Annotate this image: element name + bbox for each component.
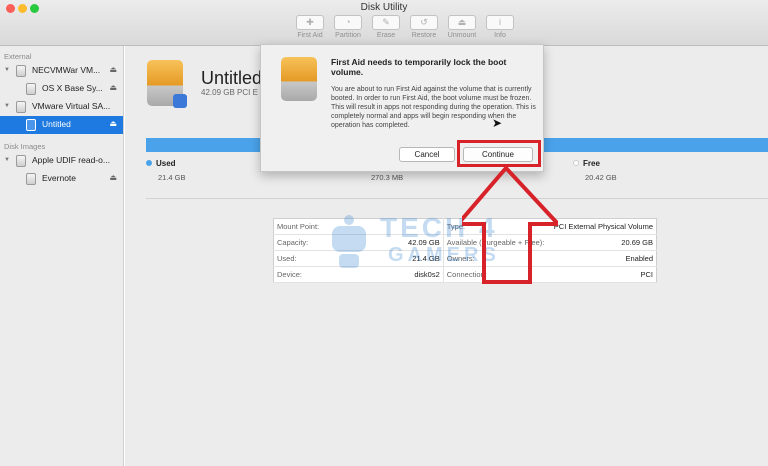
free-color-dot (573, 160, 579, 166)
partition-button[interactable]: ◔ Partition (330, 15, 366, 39)
divider (146, 198, 768, 199)
sidebar-item-os-x-base[interactable]: OS X Base Sy... ⏏ (0, 80, 123, 98)
mouse-cursor-icon: ➤ (492, 116, 503, 130)
sidebar-item-label: VMware Virtual SA... (32, 101, 111, 111)
disk-icon (16, 65, 26, 77)
disclosure-triangle-icon[interactable]: ▼ (4, 67, 10, 73)
sidebar-item-vmware-virtual[interactable]: ▼ VMware Virtual SA... (0, 98, 123, 116)
unmount-icon: ⏏ (448, 15, 476, 30)
info-button[interactable]: i Info (482, 15, 518, 39)
cancel-button[interactable]: Cancel (399, 147, 455, 162)
volume-name: Untitled (201, 68, 263, 88)
restore-button[interactable]: ↺ Restore (406, 15, 442, 39)
restore-icon: ↺ (410, 15, 438, 30)
sidebar: External ▼ NECVMWar VM... ⏏ OS X Base Sy… (0, 46, 124, 466)
dialog-title: First Aid needs to temporarily lock the … (331, 57, 507, 77)
dialog-message: You are about to run First Aid against t… (331, 86, 536, 129)
info-label: Info (494, 32, 506, 39)
volume-subtitle: 42.09 GB PCI E (201, 88, 258, 97)
sidebar-item-evernote[interactable]: Evernote ⏏ (0, 170, 123, 188)
eject-icon[interactable]: ⏏ (109, 65, 117, 74)
unmount-label: Unmount (447, 32, 477, 39)
disclosure-triangle-icon[interactable]: ▼ (4, 157, 10, 163)
first-aid-label: First Aid (297, 32, 323, 39)
sidebar-item-label: Apple UDIF read-o... (32, 155, 110, 165)
disk-icon (16, 101, 26, 113)
eject-icon[interactable]: ⏏ (109, 173, 117, 182)
robot-mascot-icon (332, 215, 366, 268)
info-icon: i (486, 15, 514, 30)
toolbar: ✚ First Aid ◔ Partition ✎ Erase ↺ Restor… (292, 15, 518, 39)
erase-icon: ✎ (372, 15, 400, 30)
sidebar-item-label: Untitled (42, 119, 71, 129)
free-legend: Free (573, 159, 600, 168)
sidebar-item-label: OS X Base Sy... (42, 83, 103, 93)
used-color-dot (146, 160, 152, 166)
disk-image-icon (16, 155, 26, 167)
volume-icon (26, 83, 36, 95)
eject-icon[interactable]: ⏏ (109, 119, 117, 128)
finder-badge-icon (173, 94, 187, 108)
used-legend: Used (146, 159, 176, 168)
highlight-box (457, 140, 541, 167)
sidebar-section-external: External (4, 52, 32, 61)
stethoscope-icon: ✚ (296, 15, 324, 30)
sidebar-item-label: NECVMWar VM... (32, 65, 101, 75)
sidebar-item-untitled[interactable]: Untitled ⏏ (0, 116, 123, 134)
free-label: Free (583, 159, 600, 168)
free-value: 20.42 GB (585, 173, 617, 182)
red-arrow-icon (462, 166, 558, 284)
other-value: 270.3 MB (371, 173, 404, 182)
sidebar-item-apple-udif[interactable]: ▼ Apple UDIF read-o... (0, 152, 123, 170)
title-bar: Disk Utility ✚ First Aid ◔ Partition ✎ E… (0, 0, 768, 46)
sidebar-item-necvmwar[interactable]: ▼ NECVMWar VM... ⏏ (0, 62, 123, 80)
sidebar-section-disk-images: Disk Images (4, 142, 46, 151)
partition-icon: ◔ (334, 15, 362, 30)
used-value: 21.4 GB (158, 173, 186, 182)
unmount-button[interactable]: ⏏ Unmount (444, 15, 480, 39)
partition-label: Partition (335, 32, 361, 39)
erase-button[interactable]: ✎ Erase (368, 15, 404, 39)
volume-icon (26, 119, 36, 131)
window-title: Disk Utility (360, 2, 408, 13)
used-label: Used (156, 159, 176, 168)
first-aid-button[interactable]: ✚ First Aid (292, 15, 328, 39)
volume-icon (26, 173, 36, 185)
eject-icon[interactable]: ⏏ (109, 83, 117, 92)
disclosure-triangle-icon[interactable]: ▼ (4, 103, 10, 109)
restore-label: Restore (411, 32, 437, 39)
disk-icon (281, 57, 317, 101)
erase-label: Erase (376, 32, 396, 39)
volume-icon (147, 60, 187, 108)
sidebar-item-label: Evernote (42, 173, 77, 183)
